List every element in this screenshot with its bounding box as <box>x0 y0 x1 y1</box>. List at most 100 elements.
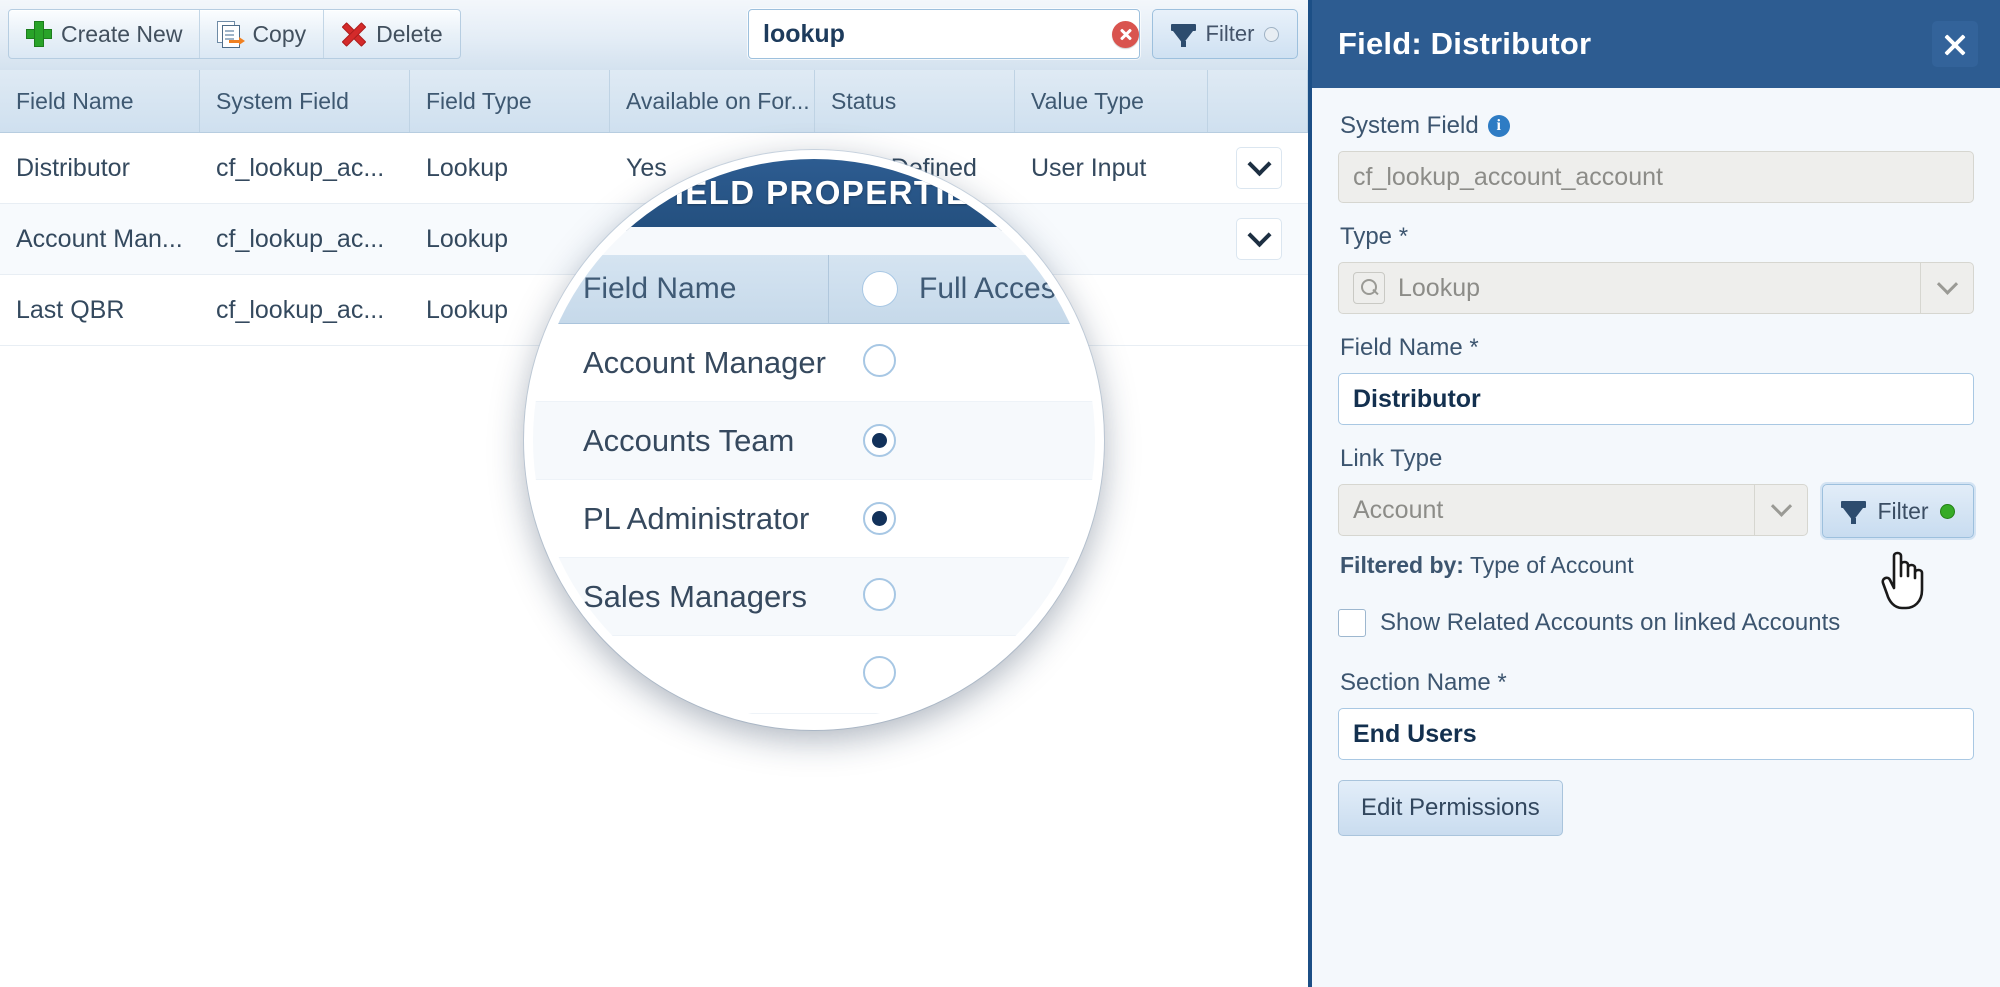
full-access-radio[interactable] <box>863 344 896 377</box>
magnified-panel-header: FIELD PROPERTIES <box>524 159 1104 231</box>
show-related-accounts-checkbox-row[interactable]: Show Related Accounts on linked Accounts <box>1338 609 1974 637</box>
permissions-row-access <box>829 578 1095 616</box>
funnel-icon <box>1171 22 1196 47</box>
section-name-input[interactable]: End Users <box>1338 708 1974 760</box>
copy-label: Copy <box>252 21 306 48</box>
field-name-input[interactable]: Distributor <box>1338 373 1974 425</box>
cell-actions <box>1208 133 1308 203</box>
permissions-row-label: User <box>533 657 829 693</box>
system-field-value: cf_lookup_account_account <box>1338 151 1974 203</box>
cell-field-name: Distributor <box>0 133 200 203</box>
type-select[interactable]: Lookup <box>1338 262 1974 314</box>
toolbar: Create New Copy Delete Filter <box>0 0 1308 71</box>
panel-title: Field: Distributor <box>1338 26 1591 62</box>
permissions-row-access <box>829 502 1095 535</box>
link-type-label: Link Type <box>1340 445 1974 473</box>
type-label: Type * <box>1340 223 1974 251</box>
filtered-by-prefix: Filtered by: <box>1340 552 1464 578</box>
permissions-row[interactable]: User <box>533 636 1095 714</box>
permissions-column-full-access: Full Access <box>829 255 1095 323</box>
chevron-down-icon[interactable] <box>1236 218 1282 260</box>
cell-field-name: Last QBR <box>0 275 200 345</box>
delete-label: Delete <box>376 21 442 48</box>
funnel-icon <box>1841 499 1866 524</box>
search-box[interactable] <box>748 9 1140 59</box>
plus-icon <box>26 21 52 47</box>
filtered-by-value: Type of Account <box>1470 552 1634 578</box>
permissions-row[interactable]: Accounts Team <box>533 402 1095 480</box>
column-header-field-type[interactable]: Field Type <box>410 70 610 132</box>
cell-system-field: cf_lookup_ac... <box>200 204 410 274</box>
magnifier-spacer <box>533 227 1095 255</box>
filter-status-dot <box>1264 27 1279 42</box>
filter-label: Filter <box>1206 21 1255 47</box>
column-header-status[interactable]: Status <box>815 70 1015 132</box>
checkbox-icon[interactable] <box>1338 609 1366 637</box>
copy-button[interactable]: Copy <box>200 10 324 58</box>
column-header-value-type[interactable]: Value Type <box>1015 70 1208 132</box>
cell-field-name: Account Man... <box>0 204 200 274</box>
table-header-row: Field Name System Field Field Type Avail… <box>0 70 1308 133</box>
permissions-row-label: Account Manager <box>533 345 829 381</box>
select-all-radio[interactable] <box>863 272 897 306</box>
permissions-column-full-access-label: Full Access <box>919 272 1071 306</box>
cell-actions <box>1208 204 1308 274</box>
panel-header: Field: Distributor <box>1312 0 2000 88</box>
permissions-row-label: Accounts Team <box>533 423 829 459</box>
full-access-radio[interactable] <box>863 424 896 457</box>
delete-button[interactable]: Delete <box>324 10 459 58</box>
filter-button[interactable]: Filter <box>1822 484 1974 538</box>
permissions-row-access <box>829 656 1095 694</box>
permissions-row-label: Sales Managers <box>533 579 829 615</box>
filter-button[interactable]: Filter <box>1152 9 1298 59</box>
permissions-row[interactable]: Sales Managers <box>533 558 1095 636</box>
copy-icon <box>217 21 243 47</box>
section-name-label: Section Name * <box>1340 669 1974 697</box>
chevron-down-icon[interactable] <box>1920 263 1973 313</box>
full-access-radio[interactable] <box>863 578 896 611</box>
cell-actions <box>1208 275 1308 345</box>
permissions-table: Field Name Full Access Account Manager A… <box>533 255 1095 714</box>
full-access-radio[interactable] <box>863 502 896 535</box>
cell-system-field: cf_lookup_ac... <box>200 133 410 203</box>
permissions-row[interactable]: Account Manager <box>533 324 1095 402</box>
column-header-field-name[interactable]: Field Name <box>0 70 200 132</box>
magnified-panel-title: FIELD PROPERTIES <box>653 174 993 212</box>
lookup-search-icon <box>1353 272 1385 304</box>
permissions-row-access <box>829 424 1095 457</box>
chevron-down-icon[interactable] <box>1754 485 1807 535</box>
cell-system-field: cf_lookup_ac... <box>200 275 410 345</box>
clear-search-icon[interactable] <box>1112 21 1139 48</box>
filter-label: Filter <box>1877 498 1928 525</box>
system-field-label-row: System Field i <box>1340 112 1974 140</box>
permissions-row[interactable]: PL Administrator <box>533 480 1095 558</box>
delete-x-icon <box>341 21 367 47</box>
permissions-row-access <box>829 344 1095 382</box>
column-header-system-field[interactable]: System Field <box>200 70 410 132</box>
field-name-label: Field Name * <box>1340 334 1974 362</box>
column-header-available[interactable]: Available on For... <box>610 70 815 132</box>
link-type-select[interactable]: Account <box>1338 484 1808 536</box>
create-new-label: Create New <box>61 21 182 48</box>
search-input[interactable] <box>749 10 1112 58</box>
toolbar-button-group: Create New Copy Delete <box>8 9 461 59</box>
chevron-down-icon[interactable] <box>1236 147 1282 189</box>
info-icon[interactable]: i <box>1488 115 1510 137</box>
full-access-radio[interactable] <box>863 656 896 689</box>
close-icon[interactable] <box>1932 21 1978 67</box>
show-related-accounts-label: Show Related Accounts on linked Accounts <box>1380 609 1840 637</box>
permissions-header-row: Field Name Full Access <box>533 255 1095 324</box>
permissions-row-label: PL Administrator <box>533 501 829 537</box>
edit-permissions-button[interactable]: Edit Permissions <box>1338 780 1563 836</box>
filtered-by-text: Filtered by: Type of Account <box>1340 552 1974 579</box>
panel-body: System Field i cf_lookup_account_account… <box>1312 88 2000 836</box>
type-value: Lookup <box>1398 274 1480 303</box>
create-new-button[interactable]: Create New <box>9 10 200 58</box>
column-header-actions <box>1208 70 1308 132</box>
link-type-value: Account <box>1353 496 1443 525</box>
link-type-row: Account Filter <box>1338 484 1974 538</box>
magnifier-overlay: FIELD PROPERTIES Field Name Full Access … <box>524 150 1104 730</box>
filter-status-dot <box>1940 504 1955 519</box>
system-field-label: System Field <box>1340 112 1479 140</box>
permissions-column-field-name: Field Name <box>533 255 829 323</box>
